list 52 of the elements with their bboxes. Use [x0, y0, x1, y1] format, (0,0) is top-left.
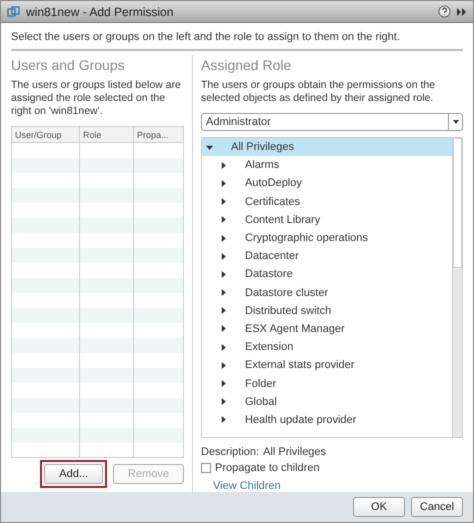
caret-right-icon[interactable] — [220, 180, 227, 187]
tree-item[interactable]: Datastore — [202, 265, 452, 284]
description-value: All Privileges — [263, 446, 326, 458]
tree-item[interactable]: ESX Agent Manager — [202, 320, 452, 338]
tree-item[interactable]: Cryptographic operations — [202, 228, 452, 248]
caret-right-icon[interactable] — [220, 198, 227, 206]
caret-right-icon[interactable] — [220, 380, 227, 388]
section-description: The users or groups listed below are assigned the role selected on the right on 'win81new'. — [11, 79, 182, 118]
tree-item[interactable]: All Privileges — [202, 138, 452, 156]
caret-right-icon[interactable] — [220, 270, 227, 278]
tree-item[interactable]: Certificates — [202, 192, 452, 211]
window-icon — [7, 6, 20, 18]
column-header[interactable]: Propa... — [134, 127, 183, 143]
add-button[interactable]: Add... — [44, 464, 104, 484]
tree-item[interactable]: AutoDeploy — [202, 174, 452, 193]
ok-button[interactable]: OK — [353, 497, 405, 517]
caret-right-icon[interactable] — [220, 307, 227, 314]
tree-item[interactable]: Datastore cluster — [202, 284, 452, 302]
dropdown-arrow-icon — [452, 120, 458, 124]
propagate-checkbox[interactable] — [201, 463, 211, 473]
expand-icon[interactable] — [457, 8, 467, 16]
caret-right-icon[interactable] — [220, 325, 227, 332]
caret-right-icon[interactable] — [220, 344, 227, 351]
view-children-link[interactable]: View Children — [213, 480, 463, 492]
description-label: Description: — [201, 446, 260, 458]
section-heading: Assigned Role — [201, 57, 292, 73]
caret-right-icon[interactable] — [220, 252, 227, 260]
caret-right-icon[interactable] — [220, 162, 227, 169]
tree-item[interactable]: External stats provider — [202, 356, 452, 374]
caret-right-icon[interactable] — [220, 289, 227, 296]
caret-right-icon[interactable] — [220, 216, 227, 224]
caret-right-icon[interactable] — [220, 416, 227, 424]
cancel-button[interactable]: Cancel — [411, 497, 463, 517]
role-dropdown[interactable]: Administrator — [201, 113, 463, 131]
window-title: win81new - Add Permission — [26, 4, 174, 18]
help-icon[interactable] — [438, 5, 451, 18]
instruction-text: Select the users or groups on the left and the role to assign to them on the right. — [11, 29, 463, 51]
caret-right-icon[interactable] — [220, 398, 227, 406]
tree-item[interactable]: Health update provider — [202, 410, 452, 429]
section-heading: Users and Groups — [11, 57, 126, 73]
tree-item[interactable]: Folder — [202, 374, 452, 393]
caret-right-icon[interactable] — [220, 362, 227, 369]
tree-item[interactable]: Alarms — [202, 156, 452, 174]
tree-item[interactable]: Distributed switch — [202, 302, 452, 320]
section-description: The users or groups obtain the permissions on the selected objects as defined by their assigned role. — [201, 79, 436, 105]
checkbox-label: Propagate to children — [215, 462, 320, 474]
tree-item[interactable]: Extension — [202, 338, 452, 356]
tree-item[interactable]: Datacenter — [202, 247, 452, 266]
caret-down-icon[interactable] — [206, 144, 213, 151]
caret-right-icon[interactable] — [220, 234, 227, 242]
tree-item[interactable]: Content Library — [202, 210, 452, 229]
tree-item[interactable]: Global — [202, 392, 452, 411]
